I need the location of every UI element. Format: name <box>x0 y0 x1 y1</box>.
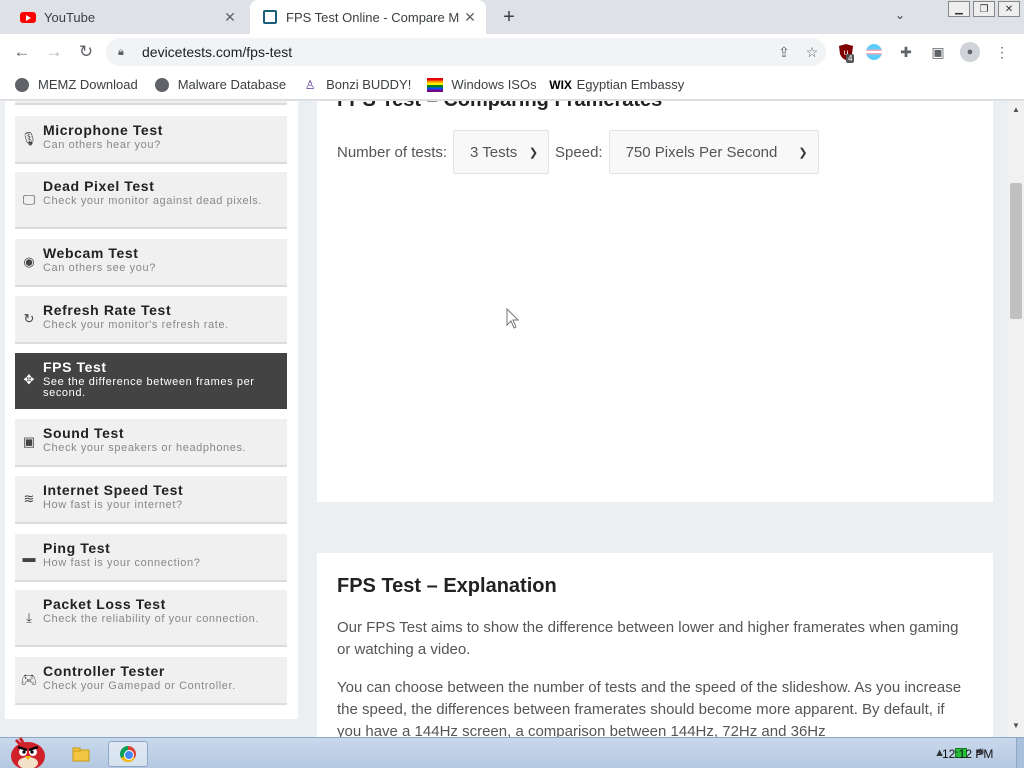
tab-title: FPS Test Online - Compare Mu <box>286 9 460 25</box>
explanation-paragraph-2: You can choose between the number of tes… <box>337 679 962 737</box>
share-icon[interactable]: ⇪ <box>770 44 798 61</box>
close-tab-icon[interactable]: ✕ <box>460 9 480 26</box>
forward-arrow-icon[interactable]: → <box>38 36 70 68</box>
network-icon: ▬ <box>22 549 36 565</box>
sidebar-nav: 🎙︎ Microphone Test Can others hear you? 🖵… <box>5 101 298 719</box>
url-text[interactable]: devicetests.com/fps-test <box>142 44 770 60</box>
globe-icon <box>154 77 170 93</box>
youtube-icon <box>20 9 36 25</box>
bookmark-star-icon[interactable]: ☆ <box>798 44 826 61</box>
bookmark-bonzi-buddy[interactable]: ♙ Bonzi BUDDY! <box>302 77 412 93</box>
minimize-icon[interactable]: ▁ <box>948 1 970 17</box>
address-bar[interactable]: 🔒︎ devicetests.com/fps-test ⇪ ☆ <box>106 38 826 66</box>
webcam-icon: ◉ <box>23 254 35 269</box>
speaker-icon: ▣ <box>22 434 36 449</box>
window-controls: ▁ ❐ ✕ <box>945 0 1020 17</box>
tab-strip: YouTube ✕ FPS Test Online - Compare Mu ✕… <box>0 0 1024 34</box>
chevron-down-icon: ❯ <box>798 146 808 159</box>
download-icon: ⤓ <box>26 609 32 625</box>
sidebar-item-microphone-test[interactable]: 🎙︎ Microphone Test Can others hear you? <box>15 116 287 164</box>
controller-icon: 🎮︎ <box>20 672 38 687</box>
start-button-angry-bird-icon[interactable] <box>4 730 48 768</box>
microphone-icon: 🎙︎ <box>20 131 38 146</box>
sidebar-item-sound-test[interactable]: ▣ Sound Test Check your speakers or headp… <box>15 419 287 467</box>
reload-icon[interactable]: ↻ <box>70 36 102 68</box>
explanation-panel: FPS Test – Explanation Our FPS Test aims… <box>317 553 993 737</box>
page-title: FPS Test – Comparing Framerates <box>337 101 662 112</box>
globe-icon <box>14 77 30 93</box>
extension-badge: 4 <box>846 54 855 63</box>
bookmark-egyptian-embassy[interactable]: WIX Egyptian Embassy <box>549 77 684 93</box>
monitor-icon: 🖵︎ <box>22 191 36 207</box>
gamepad-icon: ✥ <box>23 372 35 387</box>
devicetests-favicon-icon <box>262 9 278 25</box>
bonzi-icon: ♙ <box>304 77 316 92</box>
test-controls: Number of tests: 3 Tests ❯ Speed: 750 Pi… <box>337 130 825 174</box>
chevron-down-icon: ❯ <box>528 146 539 159</box>
sidebar-item-refresh-rate-test[interactable]: ↻ Refresh Rate Test Check your monitor's … <box>15 296 287 344</box>
trans-flag-extension-icon[interactable] <box>860 38 888 66</box>
lock-icon[interactable]: 🔒︎ <box>118 46 132 59</box>
bookmarks-bar: MEMZ Download Malware Database ♙ Bonzi B… <box>0 70 1024 100</box>
tab-fps-test[interactable]: FPS Test Online - Compare Mu ✕ <box>250 0 486 34</box>
taskbar: ▲ 🔊︎ 12:12 PM <box>0 737 1024 768</box>
side-panel-icon[interactable]: ▣ <box>924 38 952 66</box>
sidebar-item-fps-test[interactable]: ✥ FPS Test See the difference between fra… <box>15 353 287 409</box>
bookmark-windows-isos[interactable]: Windows ISOs <box>427 77 537 93</box>
sidebar-item-webcam-test[interactable]: ◉ Webcam Test Can others see you? <box>15 239 287 287</box>
page-viewport: 🎙︎ Microphone Test Can others hear you? 🖵… <box>0 101 1008 737</box>
sidebar-item-controller-tester[interactable]: 🎮︎ Controller Tester Check your Gamepad o… <box>15 657 287 705</box>
fps-test-panel: FPS Test – Comparing Framerates Number o… <box>317 101 993 502</box>
bookmark-malware-database[interactable]: Malware Database <box>154 77 286 93</box>
show-desktop-button[interactable] <box>1016 738 1024 768</box>
back-arrow-icon[interactable]: ← <box>6 36 38 68</box>
tests-label: Number of tests: <box>337 143 448 161</box>
puzzle-extensions-icon[interactable]: ✚ <box>892 38 920 66</box>
explanation-paragraph-1: Our FPS Test aims to show the difference… <box>337 619 959 658</box>
close-tab-icon[interactable]: ✕ <box>220 9 240 26</box>
scroll-down-arrow-icon[interactable]: ▼ <box>1008 721 1024 735</box>
refresh-icon: ↻ <box>23 311 35 326</box>
browser-toolbar: ← → ↻ 🔒︎ devicetests.com/fps-test ⇪ ☆ u … <box>0 34 1024 70</box>
chrome-icon <box>120 746 136 762</box>
taskbar-chrome-button[interactable] <box>108 741 148 767</box>
tab-youtube[interactable]: YouTube ✕ <box>8 0 246 34</box>
mouse-cursor-icon <box>506 308 520 329</box>
file-explorer-icon[interactable] <box>66 741 96 767</box>
nav-item-cutoff <box>15 101 287 105</box>
sidebar-item-dead-pixel-test[interactable]: 🖵︎ Dead Pixel Test Check your monitor aga… <box>15 172 287 229</box>
wifi-icon: ≋ <box>23 491 35 506</box>
close-window-icon[interactable]: ✕ <box>998 1 1020 17</box>
sidebar-item-internet-speed-test[interactable]: ≋ Internet Speed Test How fast is your in… <box>15 476 287 524</box>
sidebar-item-ping-test[interactable]: ▬ Ping Test How fast is your connection? <box>15 534 287 582</box>
tests-select[interactable]: 3 Tests ❯ <box>453 130 550 174</box>
restore-icon[interactable]: ❐ <box>973 1 995 17</box>
speed-select[interactable]: 750 Pixels Per Second ❯ <box>608 130 819 174</box>
taskbar-clock[interactable]: 12:12 PM <box>942 747 993 761</box>
tab-title: YouTube <box>44 9 96 25</box>
bookmark-memz-download[interactable]: MEMZ Download <box>14 77 138 93</box>
sidebar-item-packet-loss-test[interactable]: ⤓ Packet Loss Test Check the reliability … <box>15 590 287 647</box>
speed-label: Speed: <box>555 143 603 161</box>
tab-search-chevron-icon[interactable]: ⌄ <box>895 8 905 22</box>
new-tab-button[interactable]: + <box>498 6 520 28</box>
page-scrollbar[interactable]: ▲ ▼ <box>1008 101 1024 737</box>
chrome-menu-icon[interactable]: ⋮ <box>988 38 1016 66</box>
explanation-heading: FPS Test – Explanation <box>337 575 557 597</box>
profile-avatar-icon[interactable]: ● <box>956 38 984 66</box>
wix-icon: WIX <box>549 77 572 92</box>
scrollbar-thumb[interactable] <box>1010 183 1022 319</box>
ublock-extension-icon[interactable]: u 4 <box>832 38 860 66</box>
scroll-up-arrow-icon[interactable]: ▲ <box>1008 105 1024 119</box>
rainbow-flag-icon <box>427 77 444 93</box>
